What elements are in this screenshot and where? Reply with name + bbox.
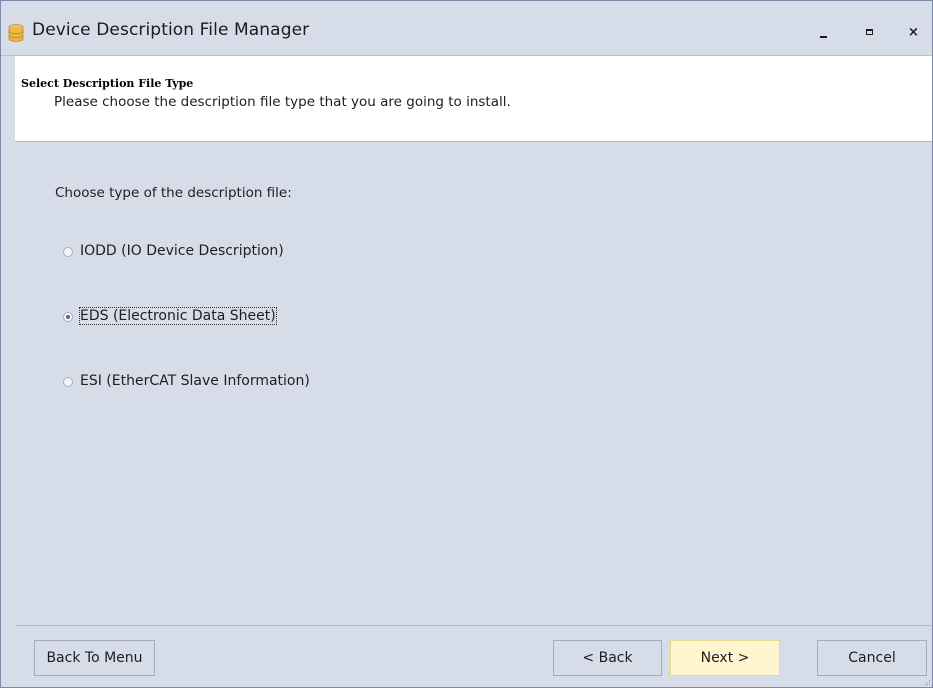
radio-label[interactable]: EDS (Electronic Data Sheet) (79, 307, 277, 325)
page-title: Select Description File Type (21, 77, 194, 90)
next-button[interactable]: Next > (670, 640, 780, 676)
choose-type-label: Choose type of the description file: (55, 185, 292, 201)
radio-label[interactable]: IODD (IO Device Description) (80, 243, 284, 259)
cancel-button[interactable]: Cancel (817, 640, 927, 676)
radio-label[interactable]: ESI (EtherCAT Slave Information) (80, 373, 310, 389)
radio-button[interactable] (63, 247, 73, 257)
close-button[interactable]: × (891, 13, 932, 47)
back-to-menu-button[interactable]: Back To Menu (34, 640, 155, 676)
page-description: Please choose the description file type … (54, 94, 511, 110)
minimize-icon (820, 36, 827, 38)
back-button[interactable]: < Back (553, 640, 662, 676)
header-panel: Select Description File Type Please choo… (15, 56, 932, 142)
maximize-icon (866, 29, 873, 35)
title-bar[interactable]: Device Description File Manager × (1, 1, 932, 56)
close-icon: × (908, 25, 919, 40)
radio-button[interactable] (63, 377, 73, 387)
radio-button-selected[interactable] (63, 312, 73, 322)
database-icon (8, 24, 24, 42)
main-window: Device Description File Manager × Select… (0, 0, 933, 688)
radio-selected-dot (66, 315, 70, 319)
footer-bar: Back To Menu < Back Next > Cancel (15, 625, 932, 687)
resize-grip-icon[interactable] (925, 680, 931, 686)
window-title: Device Description File Manager (32, 20, 310, 40)
content-panel: Choose type of the description file: IOD… (15, 142, 932, 625)
maximize-button[interactable] (845, 13, 891, 47)
minimize-button[interactable] (799, 13, 845, 47)
